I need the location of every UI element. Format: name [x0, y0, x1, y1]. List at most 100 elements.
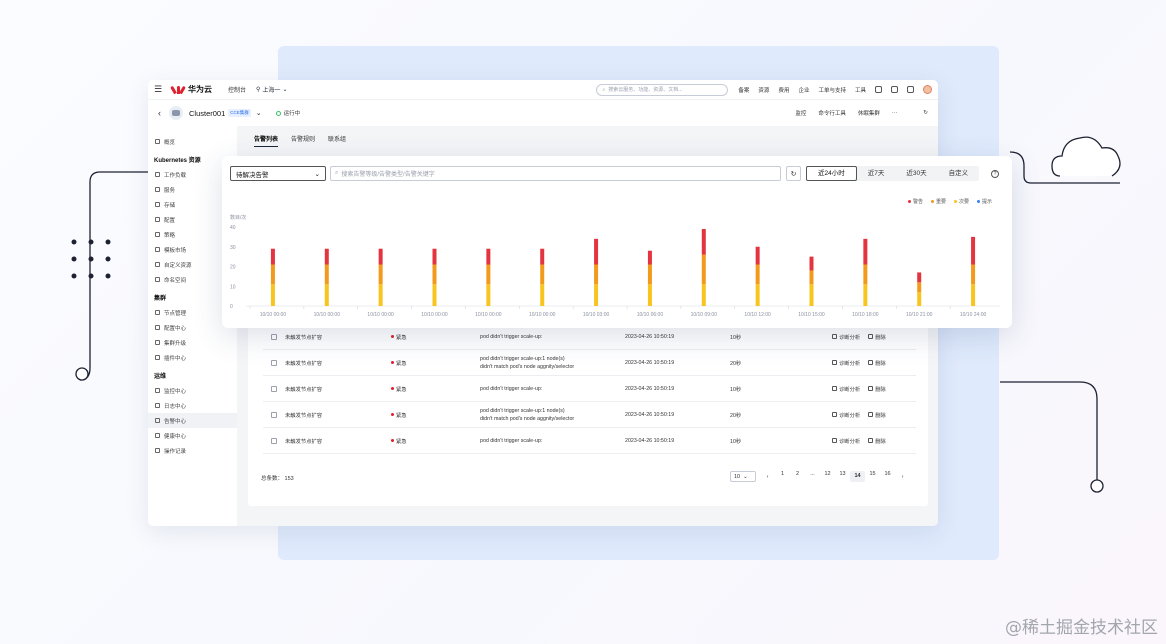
- bar-segment-major[interactable]: [647, 264, 652, 285]
- user-avatar[interactable]: [923, 85, 932, 94]
- top-item-resources[interactable]: 资源: [758, 86, 769, 94]
- row-checkbox[interactable]: [271, 437, 277, 444]
- bar-segment-minor[interactable]: [378, 284, 383, 306]
- bar-segment-minor[interactable]: [324, 284, 329, 306]
- global-search-input[interactable]: ⌕ 搜索云服务、功能、资源、文档...: [596, 83, 729, 96]
- page-size-select[interactable]: 10 ⌄: [730, 471, 756, 482]
- bar-segment-major[interactable]: [540, 264, 545, 285]
- delete-button[interactable]: 删除: [868, 437, 886, 445]
- page-number[interactable]: 15: [865, 471, 880, 482]
- bar-segment-critical[interactable]: [594, 238, 599, 265]
- bar-segment-major[interactable]: [701, 254, 706, 285]
- bar-segment-major[interactable]: [917, 282, 922, 293]
- tab-contact-groups[interactable]: 联系组: [328, 134, 346, 147]
- row-checkbox[interactable]: [271, 359, 277, 366]
- bar-segment-major[interactable]: [809, 270, 814, 285]
- top-item-tickets[interactable]: 工单与支持: [818, 86, 846, 94]
- delete-button[interactable]: 删除: [868, 333, 886, 341]
- diagnose-button[interactable]: 诊断分析: [832, 333, 860, 341]
- bar-segment-critical[interactable]: [324, 248, 329, 265]
- bar-segment-minor[interactable]: [540, 284, 545, 306]
- cloud-shell-icon[interactable]: [875, 86, 882, 93]
- page-number[interactable]: 13: [835, 471, 850, 482]
- kubectl-button[interactable]: 命令行工具: [818, 109, 846, 117]
- bar-segment-critical[interactable]: [270, 248, 275, 265]
- brand-logo[interactable]: 华为云: [170, 84, 212, 95]
- bar-segment-critical[interactable]: [540, 248, 545, 265]
- bar-segment-critical[interactable]: [917, 272, 922, 283]
- cluster-switch-chevron-icon[interactable]: ⌄: [256, 109, 262, 117]
- page-number[interactable]: 2: [790, 471, 805, 482]
- sidebar-item-upgrade[interactable]: 集群升级: [148, 335, 237, 350]
- bar-segment-critical[interactable]: [755, 246, 760, 265]
- bar-segment-major[interactable]: [324, 264, 329, 285]
- bar-segment-minor[interactable]: [432, 284, 437, 306]
- bar-segment-critical[interactable]: [647, 250, 652, 265]
- bar-segment-major[interactable]: [486, 264, 491, 285]
- cluster-name[interactable]: Cluster001: [189, 109, 225, 118]
- prev-page-icon[interactable]: ‹: [760, 474, 775, 480]
- sidebar-item-health[interactable]: 健康中心: [148, 428, 237, 443]
- bar-segment-minor[interactable]: [486, 284, 491, 306]
- diagnose-button[interactable]: 诊断分析: [832, 359, 860, 367]
- bar-segment-critical[interactable]: [971, 236, 976, 265]
- page-number[interactable]: 14: [850, 471, 865, 482]
- page-number[interactable]: 16: [880, 471, 895, 482]
- hibernate-button[interactable]: 休眠集群: [858, 109, 880, 117]
- diagnose-button[interactable]: 诊断分析: [832, 437, 860, 445]
- bar-segment-major[interactable]: [594, 264, 599, 285]
- row-checkbox[interactable]: [271, 385, 277, 392]
- page-number[interactable]: 12: [820, 471, 835, 482]
- top-item-enterprise[interactable]: 企业: [798, 86, 809, 94]
- back-arrow-icon[interactable]: ‹: [158, 108, 161, 118]
- delete-button[interactable]: 删除: [868, 359, 886, 367]
- bar-segment-critical[interactable]: [378, 248, 383, 265]
- page-number[interactable]: ...: [805, 471, 820, 482]
- bar-segment-critical[interactable]: [432, 248, 437, 265]
- bar-segment-major[interactable]: [378, 264, 383, 285]
- bar-segment-critical[interactable]: [863, 238, 868, 265]
- delete-button[interactable]: 删除: [868, 411, 886, 419]
- more-button[interactable]: ···: [892, 110, 898, 116]
- bar-segment-minor[interactable]: [755, 284, 760, 306]
- refresh-icon[interactable]: ↻: [923, 110, 928, 116]
- sidebar-item-alarms[interactable]: 告警中心: [148, 413, 237, 428]
- sidebar-item-addons[interactable]: 插件中心: [148, 350, 237, 365]
- bar-segment-minor[interactable]: [917, 292, 922, 306]
- tab-alarm-list[interactable]: 告警列表: [254, 134, 279, 147]
- menu-icon[interactable]: ☰: [154, 84, 164, 95]
- sidebar-item-monitoring[interactable]: 监控中心: [148, 383, 237, 398]
- bar-segment-critical[interactable]: [809, 256, 814, 271]
- bar-segment-critical[interactable]: [486, 248, 491, 265]
- bar-segment-major[interactable]: [971, 264, 976, 285]
- bar-segment-critical[interactable]: [701, 228, 706, 255]
- language-icon[interactable]: [907, 86, 914, 93]
- diagnose-button[interactable]: 诊断分析: [832, 411, 860, 419]
- top-item-tools[interactable]: 工具: [855, 86, 866, 94]
- bar-segment-minor[interactable]: [809, 284, 814, 306]
- page-number[interactable]: 1: [775, 471, 790, 482]
- bar-segment-major[interactable]: [863, 264, 868, 285]
- bar-segment-minor[interactable]: [701, 284, 706, 306]
- sidebar-item-overview[interactable]: 概览: [148, 134, 237, 149]
- top-item-billing[interactable]: 费用: [778, 86, 789, 94]
- diagnose-button[interactable]: 诊断分析: [832, 385, 860, 393]
- bar-segment-minor[interactable]: [594, 284, 599, 306]
- row-checkbox[interactable]: [271, 333, 277, 340]
- tab-alarm-rules[interactable]: 告警规则: [291, 134, 315, 147]
- bar-segment-minor[interactable]: [647, 284, 652, 306]
- bar-segment-major[interactable]: [270, 264, 275, 285]
- monitor-button[interactable]: 监控: [795, 109, 806, 117]
- region-selector[interactable]: ⚲ 上海一 ⌄: [256, 85, 287, 94]
- bar-segment-major[interactable]: [432, 264, 437, 285]
- message-icon[interactable]: [891, 86, 898, 93]
- sidebar-item-logs[interactable]: 日志中心: [148, 398, 237, 413]
- delete-button[interactable]: 删除: [868, 385, 886, 393]
- row-checkbox[interactable]: [271, 411, 277, 418]
- next-page-icon[interactable]: ›: [895, 474, 910, 480]
- console-link[interactable]: 控制台: [228, 85, 246, 94]
- bar-segment-minor[interactable]: [863, 284, 868, 306]
- top-item-filing[interactable]: 备案: [738, 86, 749, 94]
- bar-segment-minor[interactable]: [971, 284, 976, 306]
- bar-segment-major[interactable]: [755, 264, 760, 285]
